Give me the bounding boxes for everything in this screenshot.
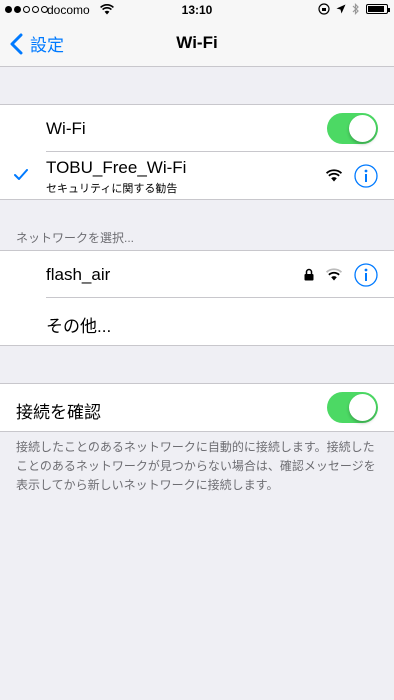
network-row[interactable]: flash_air [0, 251, 394, 298]
rotation-lock-icon [318, 3, 330, 15]
status-bar: docomo 13:10 [0, 0, 394, 20]
networks-group: flash_air その他... [0, 250, 394, 346]
other-network-row[interactable]: その他... [0, 298, 394, 345]
location-icon [336, 4, 346, 14]
info-icon[interactable] [354, 164, 378, 188]
ask-to-join-description: 接続したことのあるネットワークに自動的に接続します。接続したことのあるネットワー… [16, 440, 376, 492]
ask-to-join-toggle[interactable] [327, 392, 378, 423]
wifi-signal-icon [326, 268, 342, 281]
bluetooth-icon [352, 3, 359, 15]
battery-icon [366, 4, 390, 14]
other-network-label: その他... [46, 317, 112, 336]
wifi-signal-icon [326, 169, 342, 182]
wifi-toggle-label: Wi-Fi [46, 119, 86, 138]
page-title: Wi-Fi [176, 33, 218, 52]
connected-network-row[interactable]: TOBU_Free_Wi-Fi セキュリティに関する勧告 [0, 152, 394, 199]
wifi-toggle-switch[interactable] [327, 113, 378, 144]
ask-to-join-group: 接続を確認 [0, 383, 394, 432]
ask-to-join-label: 接続を確認 [16, 403, 101, 422]
security-warning-text: セキュリティに関する勧告 [46, 183, 178, 195]
info-icon[interactable] [354, 263, 378, 287]
wifi-group: Wi-Fi TOBU_Free_Wi-Fi セキュリティに関する勧告 [0, 104, 394, 200]
ask-to-join-row: 接続を確認 [0, 384, 394, 431]
network-name: flash_air [46, 265, 111, 284]
checkmark-icon [14, 169, 28, 180]
wifi-toggle-row: Wi-Fi [0, 105, 394, 152]
network-name: TOBU_Free_Wi-Fi [46, 158, 187, 177]
networks-section-header: ネットワークを選択... [16, 231, 135, 245]
lock-icon [304, 268, 314, 281]
navigation-bar: 設定 Wi-Fi [0, 20, 394, 67]
